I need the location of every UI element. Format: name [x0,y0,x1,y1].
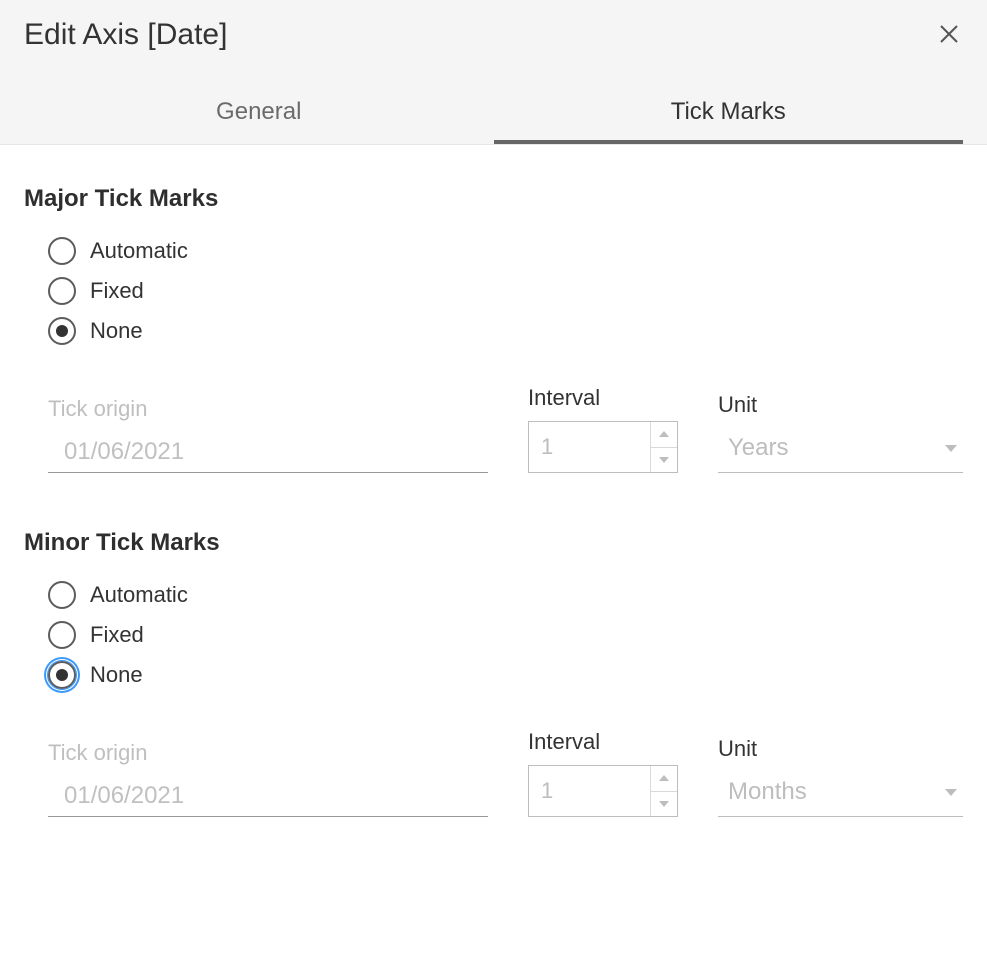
major-radio-fixed[interactable]: Fixed [48,277,963,305]
radio-label: Automatic [90,582,188,608]
major-tick-origin-input[interactable] [48,432,488,473]
radio-label: Fixed [90,278,144,304]
radio-icon [48,621,76,649]
radio-icon [48,237,76,265]
radio-icon [48,317,76,345]
close-button[interactable] [935,18,963,52]
chevron-up-icon [658,774,670,782]
minor-interval-label: Interval [528,729,678,755]
minor-tick-origin-label: Tick origin [48,740,488,766]
major-interval-label: Interval [528,385,678,411]
radio-icon [48,277,76,305]
tab-general[interactable]: General [24,84,494,144]
major-radio-automatic[interactable]: Automatic [48,237,963,265]
major-unit-value: Years [728,434,789,462]
radio-icon [48,661,76,689]
major-unit-label: Unit [718,392,963,418]
minor-interval-step-down[interactable] [651,792,677,817]
minor-interval-spinner[interactable] [528,765,678,817]
chevron-down-icon [658,456,670,464]
radio-icon [48,581,76,609]
major-interval-step-down[interactable] [651,448,677,473]
minor-radio-automatic[interactable]: Automatic [48,581,963,609]
close-icon [939,24,959,44]
radio-label: None [90,318,143,344]
radio-label: None [90,662,143,688]
radio-label: Fixed [90,622,144,648]
major-interval-step-up[interactable] [651,422,677,448]
minor-radio-none[interactable]: None [48,661,963,689]
major-interval-input[interactable] [529,422,650,472]
radio-label: Automatic [90,238,188,264]
chevron-down-icon [943,787,959,797]
chevron-down-icon [658,800,670,808]
major-interval-spinner[interactable] [528,421,678,473]
minor-interval-input[interactable] [529,766,650,816]
minor-interval-step-up[interactable] [651,766,677,792]
chevron-down-icon [943,443,959,453]
major-tick-origin-label: Tick origin [48,396,488,422]
minor-unit-select[interactable]: Months [718,772,963,817]
tab-tick-marks[interactable]: Tick Marks [494,84,964,144]
dialog-title: Edit Axis [Date] [24,18,227,52]
minor-unit-value: Months [728,778,807,806]
minor-tick-marks-heading: Minor Tick Marks [24,529,963,557]
minor-tick-origin-input[interactable] [48,776,488,817]
minor-unit-label: Unit [718,736,963,762]
major-unit-select[interactable]: Years [718,428,963,473]
chevron-up-icon [658,430,670,438]
major-tick-marks-heading: Major Tick Marks [24,185,963,213]
major-radio-none[interactable]: None [48,317,963,345]
minor-radio-fixed[interactable]: Fixed [48,621,963,649]
